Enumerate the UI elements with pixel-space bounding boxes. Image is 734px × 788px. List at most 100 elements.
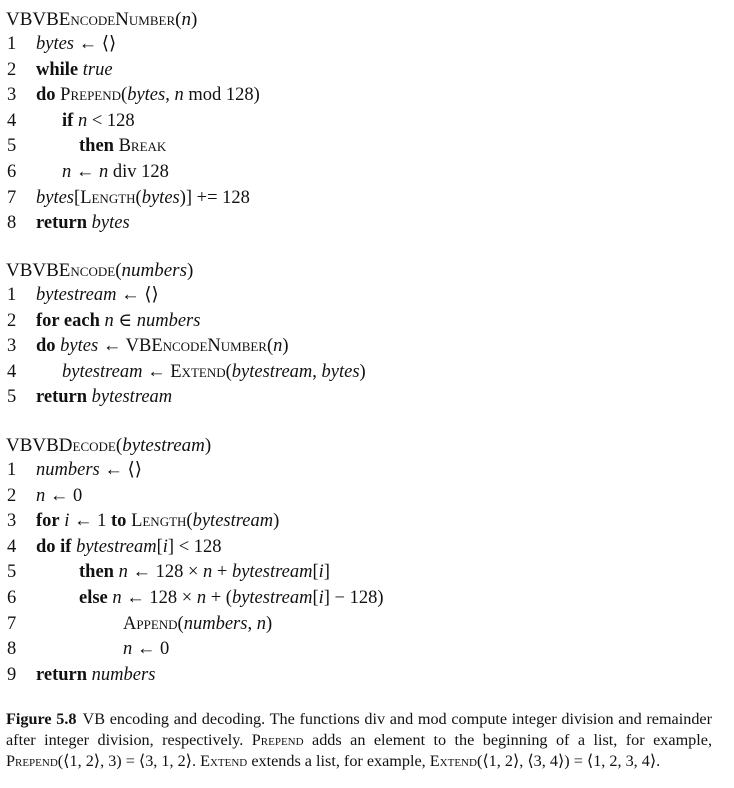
variable: bytes xyxy=(141,187,180,208)
code-statement: do if bytestream[i] < 128 xyxy=(36,535,222,561)
line-number: 7 xyxy=(7,613,17,634)
caption-body: VB encoding and decoding. The functions … xyxy=(6,710,712,770)
algorithm-title: VBVBDecode(bytestream) xyxy=(6,435,212,456)
variable: n xyxy=(36,485,46,506)
line-number: 2 xyxy=(7,485,17,506)
line-number: 8 xyxy=(7,213,17,234)
code-text: ) xyxy=(273,511,280,532)
keyword: return xyxy=(36,387,88,408)
variable: bytes xyxy=(36,34,75,54)
algorithm-vbencode: VBVBEncode(numbers) 1 bytestream ← ⟨⟩ 2 for… xyxy=(6,259,726,411)
variable: n xyxy=(174,85,184,106)
variable: n xyxy=(99,161,109,182)
variable: bytestream xyxy=(231,562,313,583)
code-text: < 128 xyxy=(87,110,135,131)
code-line: 8 return bytes xyxy=(6,211,726,237)
line-number: 5 xyxy=(7,562,17,583)
variable: numbers xyxy=(136,310,201,331)
code-line: 2 for each n ∈ numbers xyxy=(6,309,726,335)
function-name: VBEncodeNumber xyxy=(32,9,176,30)
variable: numbers xyxy=(36,460,100,480)
variable: bytestream xyxy=(231,361,313,382)
procedure-name: Extend xyxy=(429,752,477,770)
line-number: 6 xyxy=(7,161,17,182)
line-number: 2 xyxy=(7,310,17,331)
code-text: ← xyxy=(142,361,171,382)
line-number: 5 xyxy=(7,136,17,157)
line-number: 9 xyxy=(7,664,17,685)
figure-page: VBVBEncodeNumber(n) 1 bytes ← ⟨⟩ 2 while tr… xyxy=(0,0,734,788)
code-text: ← VB xyxy=(98,336,152,357)
variable: bytes xyxy=(36,187,75,208)
code-line: 4 bytestream ← Extend(bytestream, bytes) xyxy=(6,360,726,386)
code-text: + xyxy=(212,562,232,583)
variable: n xyxy=(123,639,133,660)
line-number: 1 xyxy=(7,460,17,480)
function-name: VBDecode xyxy=(32,435,116,456)
code-statement: while true xyxy=(36,58,113,84)
code-line: 2n ← 0 xyxy=(6,484,726,510)
code-text: ← xyxy=(71,161,99,182)
variable: numbers xyxy=(183,613,248,634)
keyword: do xyxy=(36,336,56,357)
procedure-name: Append xyxy=(123,613,178,634)
variable: bytestream xyxy=(76,536,157,557)
code-statement: n ← 0 xyxy=(123,637,169,663)
keyword: do xyxy=(36,85,56,106)
code-statement: else n ← 128 × n + (bytestream[i] − 128) xyxy=(79,586,384,612)
code-text: mod 128) xyxy=(183,85,260,106)
code-statement: return numbers xyxy=(36,663,155,689)
code-line: 4 do if bytestream[i] < 128 xyxy=(6,535,726,561)
code-line: 7 bytes[Length(bytes)] += 128 xyxy=(6,186,726,212)
code-statement: bytestream ← Extend(bytestream, bytes) xyxy=(62,360,366,386)
variable: n xyxy=(77,110,88,131)
keyword: then xyxy=(79,136,114,157)
code-text: ) xyxy=(359,361,366,382)
code-line: 7 Append(numbers, n) xyxy=(6,612,726,638)
code-line: 1 numbers ← ⟨⟩ xyxy=(6,458,726,484)
line-number: 8 xyxy=(7,639,17,660)
code-line: 6 else n ← 128 × n + (bytestream[i] − 128… xyxy=(6,586,726,612)
code-line: 5 return bytestream xyxy=(6,385,726,411)
code-text: ← 128 × xyxy=(121,587,197,608)
code-statement: bytes[Length(bytes)] += 128 xyxy=(36,186,250,212)
procedure-name: Prepend xyxy=(6,752,58,770)
code-text: ← ⟨⟩ xyxy=(99,460,142,480)
variable: n xyxy=(196,587,207,608)
variable: bytestream xyxy=(62,361,143,382)
code-lines: 1 bytestream ← ⟨⟩ 2 for each n ∈ numbers 3 do… xyxy=(6,283,726,411)
code-text: )] += 128 xyxy=(179,187,250,208)
code-text: ← 0 xyxy=(132,639,170,660)
code-line: 5 then n ← 128 × n + bytestream[i] xyxy=(6,560,726,586)
procedure-name: Prepend xyxy=(60,85,122,106)
code-line: 5 then Break xyxy=(6,134,726,160)
line-number: 4 xyxy=(7,536,17,557)
figure-label: Figure 5.8 xyxy=(6,710,77,728)
caption-text: adds an element to the beginning of a li… xyxy=(303,731,712,749)
algorithm-title: VBVBEncodeNumber(n) xyxy=(6,9,198,30)
procedure-name: Extend xyxy=(170,361,226,382)
variable: bytes xyxy=(60,336,99,357)
code-text: ← 128 × xyxy=(127,562,204,583)
code-text: , xyxy=(312,361,322,382)
code-statement: n ← n div 128 xyxy=(62,160,169,186)
variable: bytestream xyxy=(231,587,313,608)
variable: bytestream xyxy=(91,387,173,408)
figure-caption: Figure 5.8 VB encoding and decoding. The … xyxy=(6,709,712,772)
line-number: 5 xyxy=(7,387,17,408)
variable: n xyxy=(203,562,213,583)
code-text: ] xyxy=(323,562,330,583)
code-text: + ( xyxy=(206,587,232,608)
line-number: 1 xyxy=(7,34,17,54)
line-number: 3 xyxy=(7,336,17,357)
code-line: 3 do bytes ← VBEncodeNumber(n) xyxy=(6,334,726,360)
function-name: VBEncode xyxy=(32,260,116,281)
procedure-name: EncodeNumber xyxy=(151,336,267,357)
code-lines: 1 bytes ← ⟨⟩ 2 while true 3 do Prepend(bytes,… xyxy=(6,32,726,237)
line-number: 3 xyxy=(7,85,17,106)
keyword: then xyxy=(79,562,114,583)
code-text: ∈ xyxy=(113,310,137,331)
code-text: ] − 128) xyxy=(323,587,384,608)
procedure-name: Extend xyxy=(200,752,248,770)
line-number: 4 xyxy=(7,110,17,131)
